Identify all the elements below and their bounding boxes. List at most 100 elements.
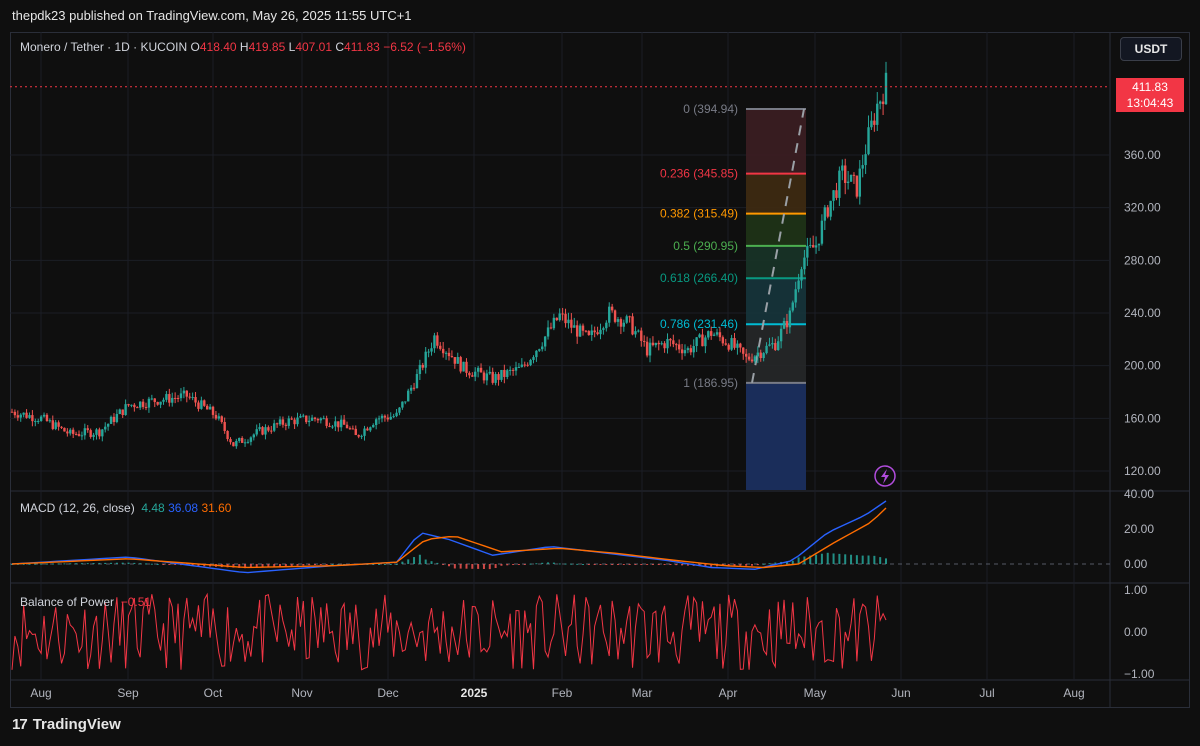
macd-histogram-bar bbox=[599, 564, 602, 565]
candle-body bbox=[794, 289, 797, 303]
candle-body bbox=[296, 417, 299, 425]
candle-body bbox=[389, 416, 392, 420]
symbol-title[interactable]: Monero / Tether · 1D · KUCOIN bbox=[20, 40, 187, 54]
macd-histogram-bar bbox=[319, 564, 322, 565]
candle-body bbox=[849, 174, 853, 182]
x-tick-label: Jul bbox=[979, 686, 994, 700]
candle-body bbox=[712, 334, 716, 336]
candle-body bbox=[325, 418, 328, 426]
candle-body bbox=[447, 352, 451, 357]
y-tick-label: 160.00 bbox=[1124, 411, 1161, 425]
macd-histogram-bar bbox=[331, 564, 334, 565]
macd-histogram-bar bbox=[558, 563, 561, 565]
macd-histogram-bar bbox=[762, 563, 765, 565]
candle-body bbox=[666, 338, 669, 349]
candle-body bbox=[179, 393, 183, 399]
candle-body bbox=[217, 416, 221, 419]
change-value: −6.52 (−1.56%) bbox=[383, 40, 466, 54]
candle-body bbox=[115, 413, 119, 422]
macd-histogram-bar bbox=[63, 563, 66, 565]
candle-body bbox=[386, 417, 390, 420]
candle-body bbox=[552, 317, 556, 329]
candle-body bbox=[372, 424, 375, 428]
macd-histogram-bar bbox=[867, 555, 870, 564]
macd-histogram-bar bbox=[547, 562, 550, 564]
candle-body bbox=[462, 361, 465, 372]
candle-body bbox=[278, 419, 282, 425]
candle-body bbox=[243, 442, 247, 444]
y-tick-label: 120.00 bbox=[1124, 464, 1161, 478]
chart-svg[interactable]: Aug Sep Oct Nov Dec 2025 Feb Mar Apr May Jun Jul Aug… bbox=[0, 0, 1200, 746]
candle-body bbox=[63, 427, 66, 432]
fib-level-label: 0.236 (345.85) bbox=[660, 167, 738, 181]
candle-body bbox=[590, 330, 593, 335]
candle-body bbox=[774, 343, 777, 351]
candle-body bbox=[465, 361, 468, 373]
candle-body bbox=[605, 322, 608, 329]
macd-histogram-bar bbox=[121, 562, 124, 564]
macd-histogram-bar bbox=[302, 564, 305, 566]
candle-body bbox=[841, 165, 844, 171]
candle-body bbox=[829, 200, 832, 217]
candle-body bbox=[383, 415, 387, 418]
candle-body bbox=[858, 168, 861, 197]
candle-body bbox=[92, 434, 95, 437]
close-label: C bbox=[335, 40, 345, 54]
candle-body bbox=[374, 419, 378, 425]
macd-histogram-bar bbox=[791, 560, 794, 564]
candle-body bbox=[844, 165, 847, 183]
candle-body bbox=[811, 245, 815, 248]
macd-histogram-bar bbox=[389, 564, 392, 565]
candle-body bbox=[66, 431, 69, 434]
candle-body bbox=[112, 416, 116, 422]
candle-body bbox=[584, 330, 588, 332]
candle-body bbox=[357, 435, 360, 437]
bop-tick-label: 0.00 bbox=[1124, 625, 1148, 639]
fib-level-label: 0.786 (231.46) bbox=[660, 317, 738, 331]
macd-histogram-bar bbox=[162, 564, 165, 565]
candle-body bbox=[83, 428, 87, 436]
macd-histogram-bar bbox=[313, 564, 316, 565]
candle-body bbox=[852, 174, 856, 176]
candle-body bbox=[631, 316, 634, 335]
macd-histogram-bar bbox=[879, 557, 882, 564]
high-value: 419.85 bbox=[248, 40, 286, 54]
candle-body bbox=[640, 330, 643, 341]
candle-body bbox=[660, 343, 663, 345]
candle-body bbox=[229, 439, 232, 443]
candle-body bbox=[319, 418, 323, 421]
candle-body bbox=[532, 357, 535, 360]
macd-histogram-bar bbox=[477, 564, 480, 569]
candle-body bbox=[782, 320, 786, 329]
candle-body bbox=[287, 418, 290, 426]
macd-histogram-bar bbox=[383, 564, 386, 565]
candle-body bbox=[255, 429, 258, 435]
candle-body bbox=[188, 396, 191, 398]
x-tick-label: Mar bbox=[632, 686, 653, 700]
bop-legend: Balance of Power −0.51 bbox=[20, 595, 151, 609]
candle-body bbox=[444, 352, 448, 354]
candle-body bbox=[275, 423, 279, 425]
tradingview-footer: 17 TradingView bbox=[12, 716, 121, 733]
candle-body bbox=[313, 417, 317, 419]
currency-button[interactable]: USDT bbox=[1120, 37, 1182, 61]
candle-body bbox=[756, 352, 760, 357]
candle-body bbox=[570, 319, 573, 328]
fib-zone bbox=[746, 213, 806, 246]
candle-body bbox=[77, 434, 81, 436]
bop-label[interactable]: Balance of Power bbox=[20, 595, 114, 609]
candle-body bbox=[162, 399, 165, 402]
candle-body bbox=[71, 429, 75, 434]
candle-body bbox=[37, 420, 40, 422]
candle-body bbox=[194, 397, 197, 403]
candle-body bbox=[89, 430, 92, 437]
macd-label[interactable]: MACD (12, 26, close) bbox=[20, 501, 135, 515]
candle-body bbox=[642, 340, 646, 342]
macd-histogram-bar bbox=[325, 564, 328, 565]
candle-body bbox=[759, 352, 762, 359]
macd-histogram-bar bbox=[651, 564, 654, 565]
candle-body bbox=[508, 369, 512, 371]
candle-body bbox=[535, 350, 538, 358]
macd-histogram-bar bbox=[168, 564, 171, 565]
candle-body bbox=[307, 420, 311, 423]
